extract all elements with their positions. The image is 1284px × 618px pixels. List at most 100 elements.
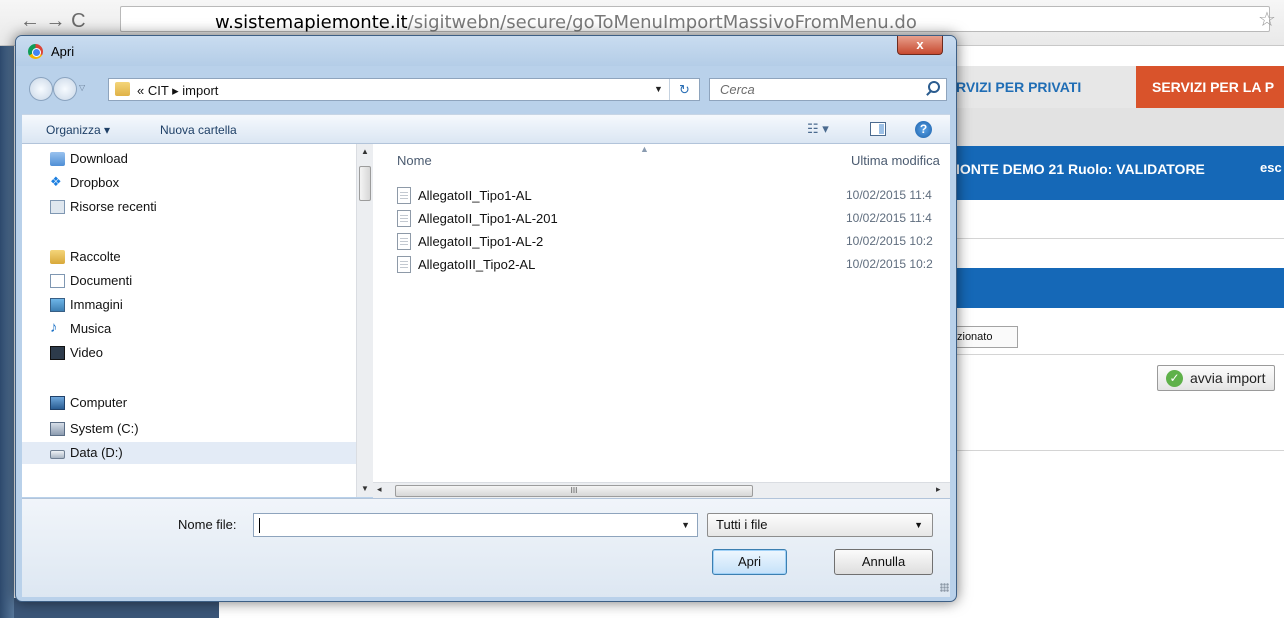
chevron-down-icon[interactable]: ▼ <box>681 520 690 530</box>
back-button[interactable] <box>29 77 53 101</box>
tab-servizi-privati[interactable]: RVIZI PER PRIVATI <box>940 66 1136 108</box>
scroll-left-arrow-icon[interactable]: ◂ <box>377 484 382 495</box>
file-icon <box>397 233 411 250</box>
nav-pane-scrollbar[interactable]: ▲ ▼ <box>356 144 373 497</box>
nav-item-label: Download <box>70 151 128 166</box>
file-name: AllegatoII_Tipo1-AL <box>418 188 532 203</box>
file-icon <box>397 187 411 204</box>
refresh-icon[interactable]: ↻ <box>669 79 699 100</box>
nav-item-libraries[interactable]: Raccolte <box>22 246 362 268</box>
nav-item-documents[interactable]: Documenti <box>22 270 362 292</box>
scrollbar-thumb[interactable] <box>359 166 371 201</box>
filetype-select[interactable]: Tutti i file ▼ <box>707 513 933 537</box>
file-date: 10/02/2015 10:2 <box>846 234 933 248</box>
divider <box>940 450 1284 451</box>
scroll-down-arrow-icon[interactable]: ▼ <box>361 484 369 493</box>
change-view-icon[interactable]: ☷ ▾ <box>807 121 829 137</box>
dialog-toolbar: Organizza ▾ Nuova cartella ☷ ▾ ? <box>22 114 950 144</box>
logout-link[interactable]: esc <box>1260 160 1282 175</box>
search-placeholder: Cerca <box>720 82 755 97</box>
nav-item-drive-c[interactable]: System (C:) <box>22 418 362 440</box>
navigation-pane: Download ❖ Dropbox Risorse recenti Racco… <box>22 144 372 497</box>
filename-input[interactable]: ▼ <box>253 513 698 537</box>
download-folder-icon <box>50 152 65 166</box>
avvia-import-label: avvia import <box>1190 370 1266 386</box>
folder-icon <box>115 82 130 96</box>
dropbox-icon: ❖ <box>50 174 62 189</box>
nav-item-label: Risorse recenti <box>70 199 157 214</box>
filetype-value: Tutti i file <box>716 517 768 532</box>
nav-item-label: Musica <box>70 321 112 336</box>
forward-button[interactable] <box>53 77 77 101</box>
open-button[interactable]: Apri <box>712 549 787 575</box>
file-row[interactable]: AllegatoII_Tipo1-AL-2 10/02/2015 10:2 <box>393 231 950 253</box>
file-date: 10/02/2015 11:4 <box>846 211 932 225</box>
file-list-horizontal-scrollbar[interactable]: ◂ III ▸ <box>373 482 950 498</box>
drive-c-icon <box>50 422 65 436</box>
check-icon: ✓ <box>1166 370 1183 387</box>
pictures-icon <box>50 298 65 312</box>
site-subnav <box>940 108 1284 146</box>
nav-item-download[interactable]: Download <box>22 148 362 170</box>
help-icon[interactable]: ? <box>915 121 932 138</box>
video-icon <box>50 346 65 360</box>
column-header-name[interactable]: Nome <box>397 153 432 168</box>
avvia-import-button[interactable]: ✓ avvia import <box>1157 365 1275 391</box>
preview-pane-icon[interactable] <box>870 122 886 136</box>
nav-item-computer[interactable]: Computer <box>22 392 362 414</box>
nav-item-label: System (C:) <box>70 421 139 436</box>
nav-item-label: Immagini <box>70 297 123 312</box>
text-caret <box>259 518 260 533</box>
file-icon <box>397 210 411 227</box>
file-list-pane: Nome ▲ Ultima modifica AllegatoII_Tipo1-… <box>373 144 950 482</box>
nav-item-label: Data (D:) <box>70 445 123 460</box>
dialog-address-row: ▽ « CIT ▸ import ▼ ↻ Cerca <box>16 74 956 104</box>
file-row[interactable]: AllegatoII_Tipo1-AL-201 10/02/2015 11:4 <box>393 208 950 230</box>
browser-nav-buttons[interactable]: ← → C <box>20 10 86 33</box>
file-date: 10/02/2015 11:4 <box>846 188 932 202</box>
music-icon: ♪ <box>50 319 58 336</box>
cancel-button[interactable]: Annulla <box>834 549 933 575</box>
nav-item-dropbox[interactable]: ❖ Dropbox <box>22 172 362 194</box>
file-row[interactable]: AllegatoIII_Tipo2-AL 10/02/2015 10:2 <box>393 254 950 276</box>
column-header-date[interactable]: Ultima modifica <box>851 153 940 168</box>
nav-item-recent[interactable]: Risorse recenti <box>22 196 362 218</box>
scroll-up-arrow-icon[interactable]: ▲ <box>361 147 369 156</box>
recent-locations-dropdown-icon[interactable]: ▽ <box>79 83 85 92</box>
bookmark-star-icon[interactable]: ☆ <box>1258 7 1276 32</box>
new-folder-button[interactable]: Nuova cartella <box>160 123 237 137</box>
path-history-dropdown-icon[interactable]: ▼ <box>654 84 663 94</box>
dialog-titlebar[interactable]: Apri x <box>16 36 956 66</box>
nav-item-label: Raccolte <box>70 249 121 264</box>
sort-ascending-icon: ▲ <box>640 144 649 154</box>
libraries-icon <box>50 250 65 264</box>
scroll-right-arrow-icon[interactable]: ▸ <box>936 484 941 495</box>
chrome-app-icon <box>28 44 43 59</box>
nav-item-music[interactable]: ♪ Musica <box>22 318 362 340</box>
nav-item-drive-d[interactable]: Data (D:) <box>22 442 362 464</box>
path-breadcrumb-bar[interactable]: « CIT ▸ import ▼ ↻ <box>108 78 700 101</box>
section-header-bar <box>940 268 1284 308</box>
nav-item-video[interactable]: Video <box>22 342 362 364</box>
search-icon[interactable] <box>928 81 940 93</box>
drive-d-icon <box>50 450 65 459</box>
computer-icon <box>50 396 65 410</box>
user-role-bar: IONTE DEMO 21 Ruolo: VALIDATORE <box>940 146 1284 200</box>
url-domain: w.sistemapiemonte.it <box>215 12 408 33</box>
search-input[interactable]: Cerca <box>709 78 947 101</box>
open-file-dialog: Apri x ▽ « CIT ▸ import ▼ ↻ Cerca Organi… <box>15 35 957 602</box>
nav-item-pictures[interactable]: Immagini <box>22 294 362 316</box>
chevron-down-icon: ▼ <box>914 520 923 530</box>
divider <box>940 354 1284 355</box>
file-row[interactable]: AllegatoII_Tipo1-AL 10/02/2015 11:4 <box>393 185 950 207</box>
recent-places-icon <box>50 200 65 214</box>
resize-grip-icon[interactable] <box>940 583 949 592</box>
organize-button[interactable]: Organizza ▾ <box>46 123 110 137</box>
dialog-footer: Nome file: ▼ Tutti i file ▼ Apri Annulla <box>22 498 950 597</box>
close-button[interactable]: x <box>897 36 943 55</box>
path-breadcrumb[interactable]: « CIT ▸ import <box>137 83 218 99</box>
tab-servizi-pa[interactable]: SERVIZI PER LA P <box>1136 66 1284 108</box>
address-url[interactable]: w.sistemapiemonte.it/sigitwebn/secure/go… <box>215 12 917 33</box>
nav-item-label: Dropbox <box>70 175 120 190</box>
scrollbar-thumb[interactable]: III <box>395 485 753 497</box>
